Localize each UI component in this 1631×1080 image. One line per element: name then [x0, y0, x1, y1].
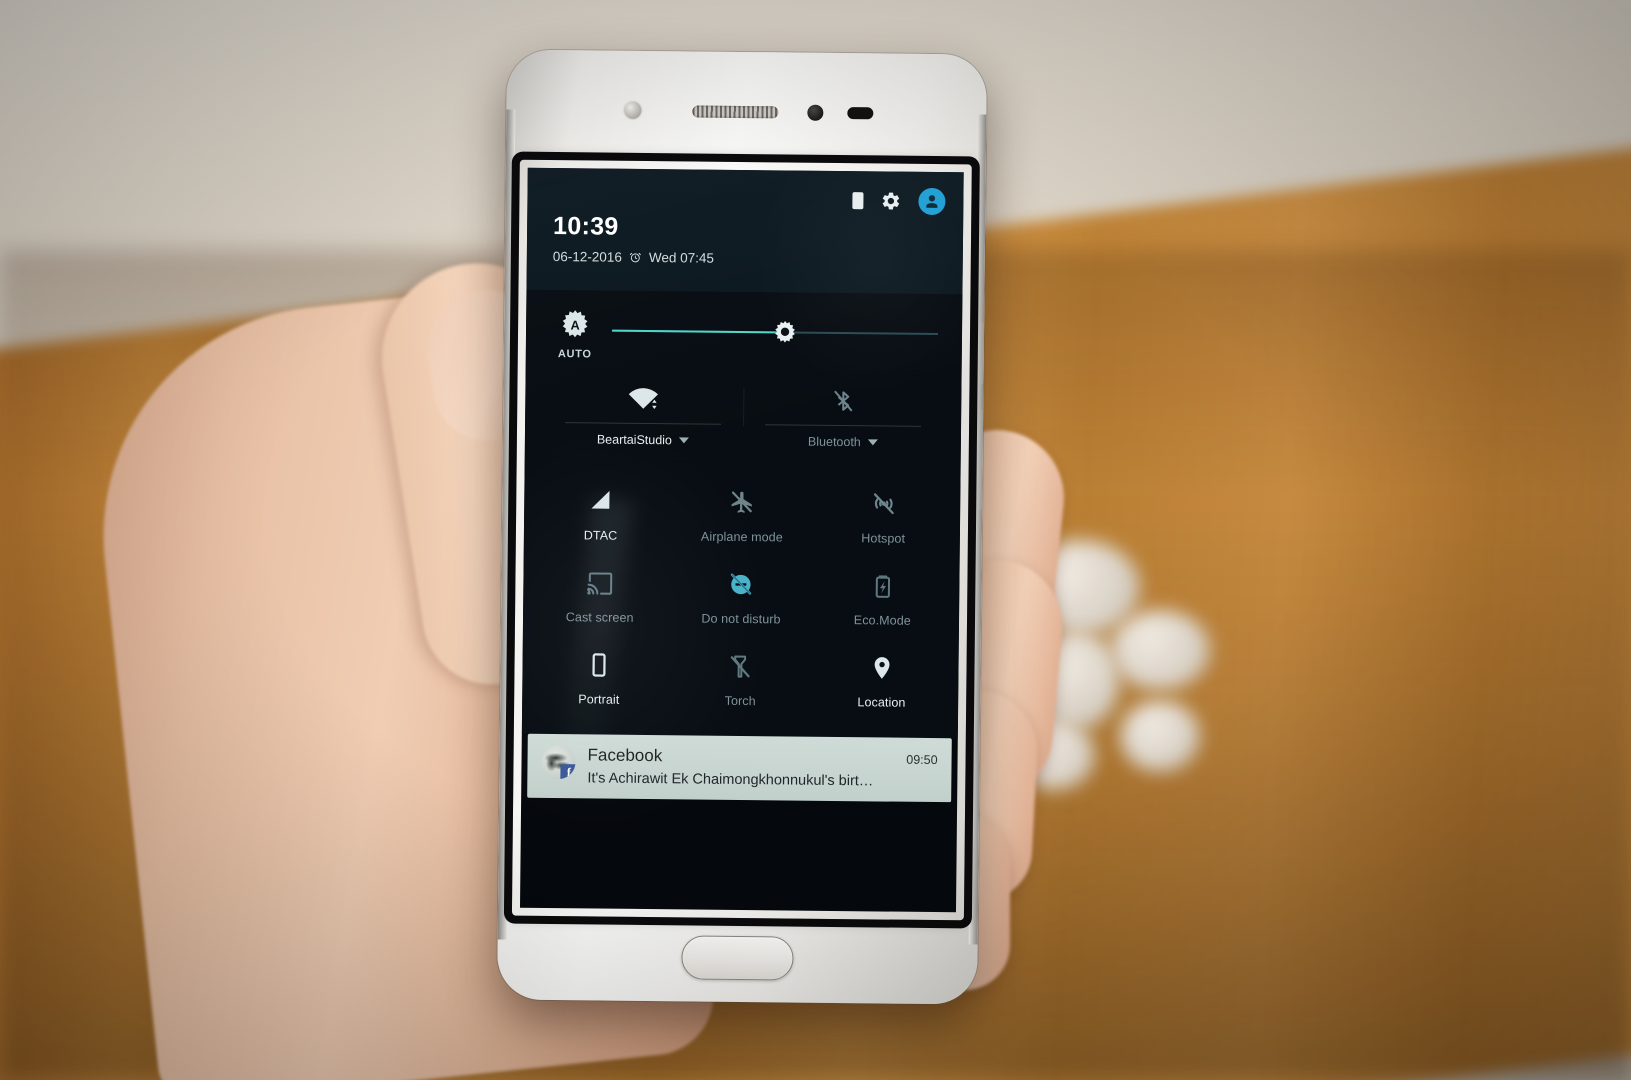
tile-label: DTAC — [583, 528, 618, 543]
alarm-time: Wed 07:45 — [648, 250, 715, 266]
tile-portrait[interactable]: Portrait — [528, 632, 670, 715]
tile-do-not-disturb[interactable]: Do not disturb — [670, 551, 812, 634]
light-sensor-icon — [847, 107, 874, 120]
date-alarm-line: 06-12-2016 Wed 07:45 — [553, 249, 943, 268]
slider-fill — [612, 329, 785, 334]
tile-label: Portrait — [578, 692, 620, 707]
alarm-clock-icon — [629, 251, 642, 264]
do-not-disturb-off-icon — [671, 563, 813, 604]
earpiece-speaker-icon — [692, 105, 779, 119]
chevron-down-icon[interactable] — [678, 437, 689, 444]
tile-label: Do not disturb — [701, 611, 781, 627]
proximity-sensor-icon — [807, 104, 824, 121]
auto-brightness-icon: A — [558, 308, 592, 342]
bluetooth-tile[interactable]: Bluetooth — [743, 380, 944, 454]
facebook-profile-avatar: f — [541, 744, 576, 780]
torch-off-icon — [670, 645, 812, 686]
eco-battery-icon — [812, 565, 954, 606]
notification-app-name: Facebook — [587, 745, 663, 766]
auto-brightness-label: AUTO — [557, 348, 592, 361]
notification-header: Facebook 09:50 — [587, 745, 938, 769]
tile-torch[interactable]: Torch — [669, 633, 811, 716]
status-bar-icons — [852, 187, 946, 216]
front-camera-icon — [624, 101, 642, 119]
hotspot-off-icon — [813, 483, 955, 524]
svg-text:A: A — [570, 317, 579, 332]
signal-bars-icon — [530, 480, 672, 521]
background-object — [1110, 610, 1210, 690]
background-object — [1120, 700, 1200, 772]
quick-settings-row: DTAC Airplane mode Hotspot — [530, 468, 955, 554]
connectivity-row: BeartaiStudio Bluetooth — [524, 371, 962, 465]
notification-body: Facebook 09:50 It's Achirawit Ek Chaimon… — [587, 745, 937, 790]
quick-settings-row: Portrait Torch Location — [528, 632, 953, 718]
airplane-off-icon — [671, 481, 813, 522]
cast-screen-icon — [529, 562, 671, 603]
smartphone-device: 10:39 06-12-2016 Wed 07:45 A AUTO Bearta… — [497, 49, 987, 1005]
notification-facebook[interactable]: f Facebook 09:50 It's Achirawit Ek Chaim… — [527, 733, 952, 803]
battery-icon — [852, 192, 864, 210]
user-avatar-icon[interactable] — [918, 187, 946, 216]
wifi-ssid: BeartaiStudio — [596, 432, 673, 448]
auto-brightness-toggle[interactable]: A AUTO — [552, 308, 599, 360]
tile-label: Cast screen — [565, 610, 634, 625]
tile-label: Airplane mode — [700, 529, 783, 545]
phone-bottom-bezel — [497, 907, 978, 1004]
power-button[interactable] — [975, 322, 985, 385]
brightness-slider[interactable] — [612, 318, 939, 355]
tile-cast-screen[interactable]: Cast screen — [529, 550, 671, 633]
brightness-sun-icon[interactable] — [771, 319, 798, 346]
bluetooth-label-group[interactable]: Bluetooth — [743, 434, 943, 450]
photo-scene: 10:39 06-12-2016 Wed 07:45 A AUTO Bearta… — [0, 0, 1631, 1080]
tile-label: Location — [857, 695, 906, 710]
tile-hotspot[interactable]: Hotspot — [812, 471, 954, 554]
wifi-tile[interactable]: BeartaiStudio — [543, 378, 744, 452]
volume-button[interactable] — [974, 409, 984, 510]
home-button[interactable] — [681, 935, 794, 981]
tile-location[interactable]: Location — [811, 635, 953, 718]
tile-label: Torch — [724, 693, 756, 709]
brightness-row: A AUTO — [525, 289, 963, 377]
phone-top-bezel — [506, 50, 987, 173]
tile-label: Hotspot — [861, 531, 906, 546]
quick-settings-grid: DTAC Airplane mode Hotspot Cast screen D… — [521, 459, 961, 729]
location-pin-icon — [811, 647, 953, 688]
tile-airplane-mode[interactable]: Airplane mode — [671, 469, 813, 552]
quick-settings-row: Cast screen Do not disturb Eco.Mode — [529, 550, 954, 636]
wifi-icon — [543, 378, 743, 420]
quick-settings-header: 10:39 06-12-2016 Wed 07:45 — [526, 167, 964, 295]
notification-time: 09:50 — [906, 752, 938, 768]
gear-icon[interactable] — [880, 190, 901, 211]
tile-label: Eco.Mode — [853, 613, 911, 628]
wifi-label-group[interactable]: BeartaiStudio — [543, 432, 743, 448]
tile-mobile-data[interactable]: DTAC — [530, 468, 672, 551]
facebook-badge-icon: f — [560, 764, 576, 780]
current-date: 06-12-2016 — [552, 249, 622, 265]
phone-screen[interactable]: 10:39 06-12-2016 Wed 07:45 A AUTO Bearta… — [520, 167, 964, 913]
bluetooth-label: Bluetooth — [807, 434, 861, 450]
tile-divider — [765, 424, 922, 427]
bluetooth-off-icon — [743, 380, 943, 422]
notification-message: It's Achirawit Ek Chaimongkhonnukul's bi… — [587, 770, 874, 790]
chevron-down-icon[interactable] — [867, 439, 878, 446]
tile-eco-mode[interactable]: Eco.Mode — [812, 553, 954, 636]
tile-divider — [565, 422, 722, 425]
portrait-rotation-icon — [528, 644, 670, 685]
clock-time: 10:39 — [552, 212, 619, 241]
